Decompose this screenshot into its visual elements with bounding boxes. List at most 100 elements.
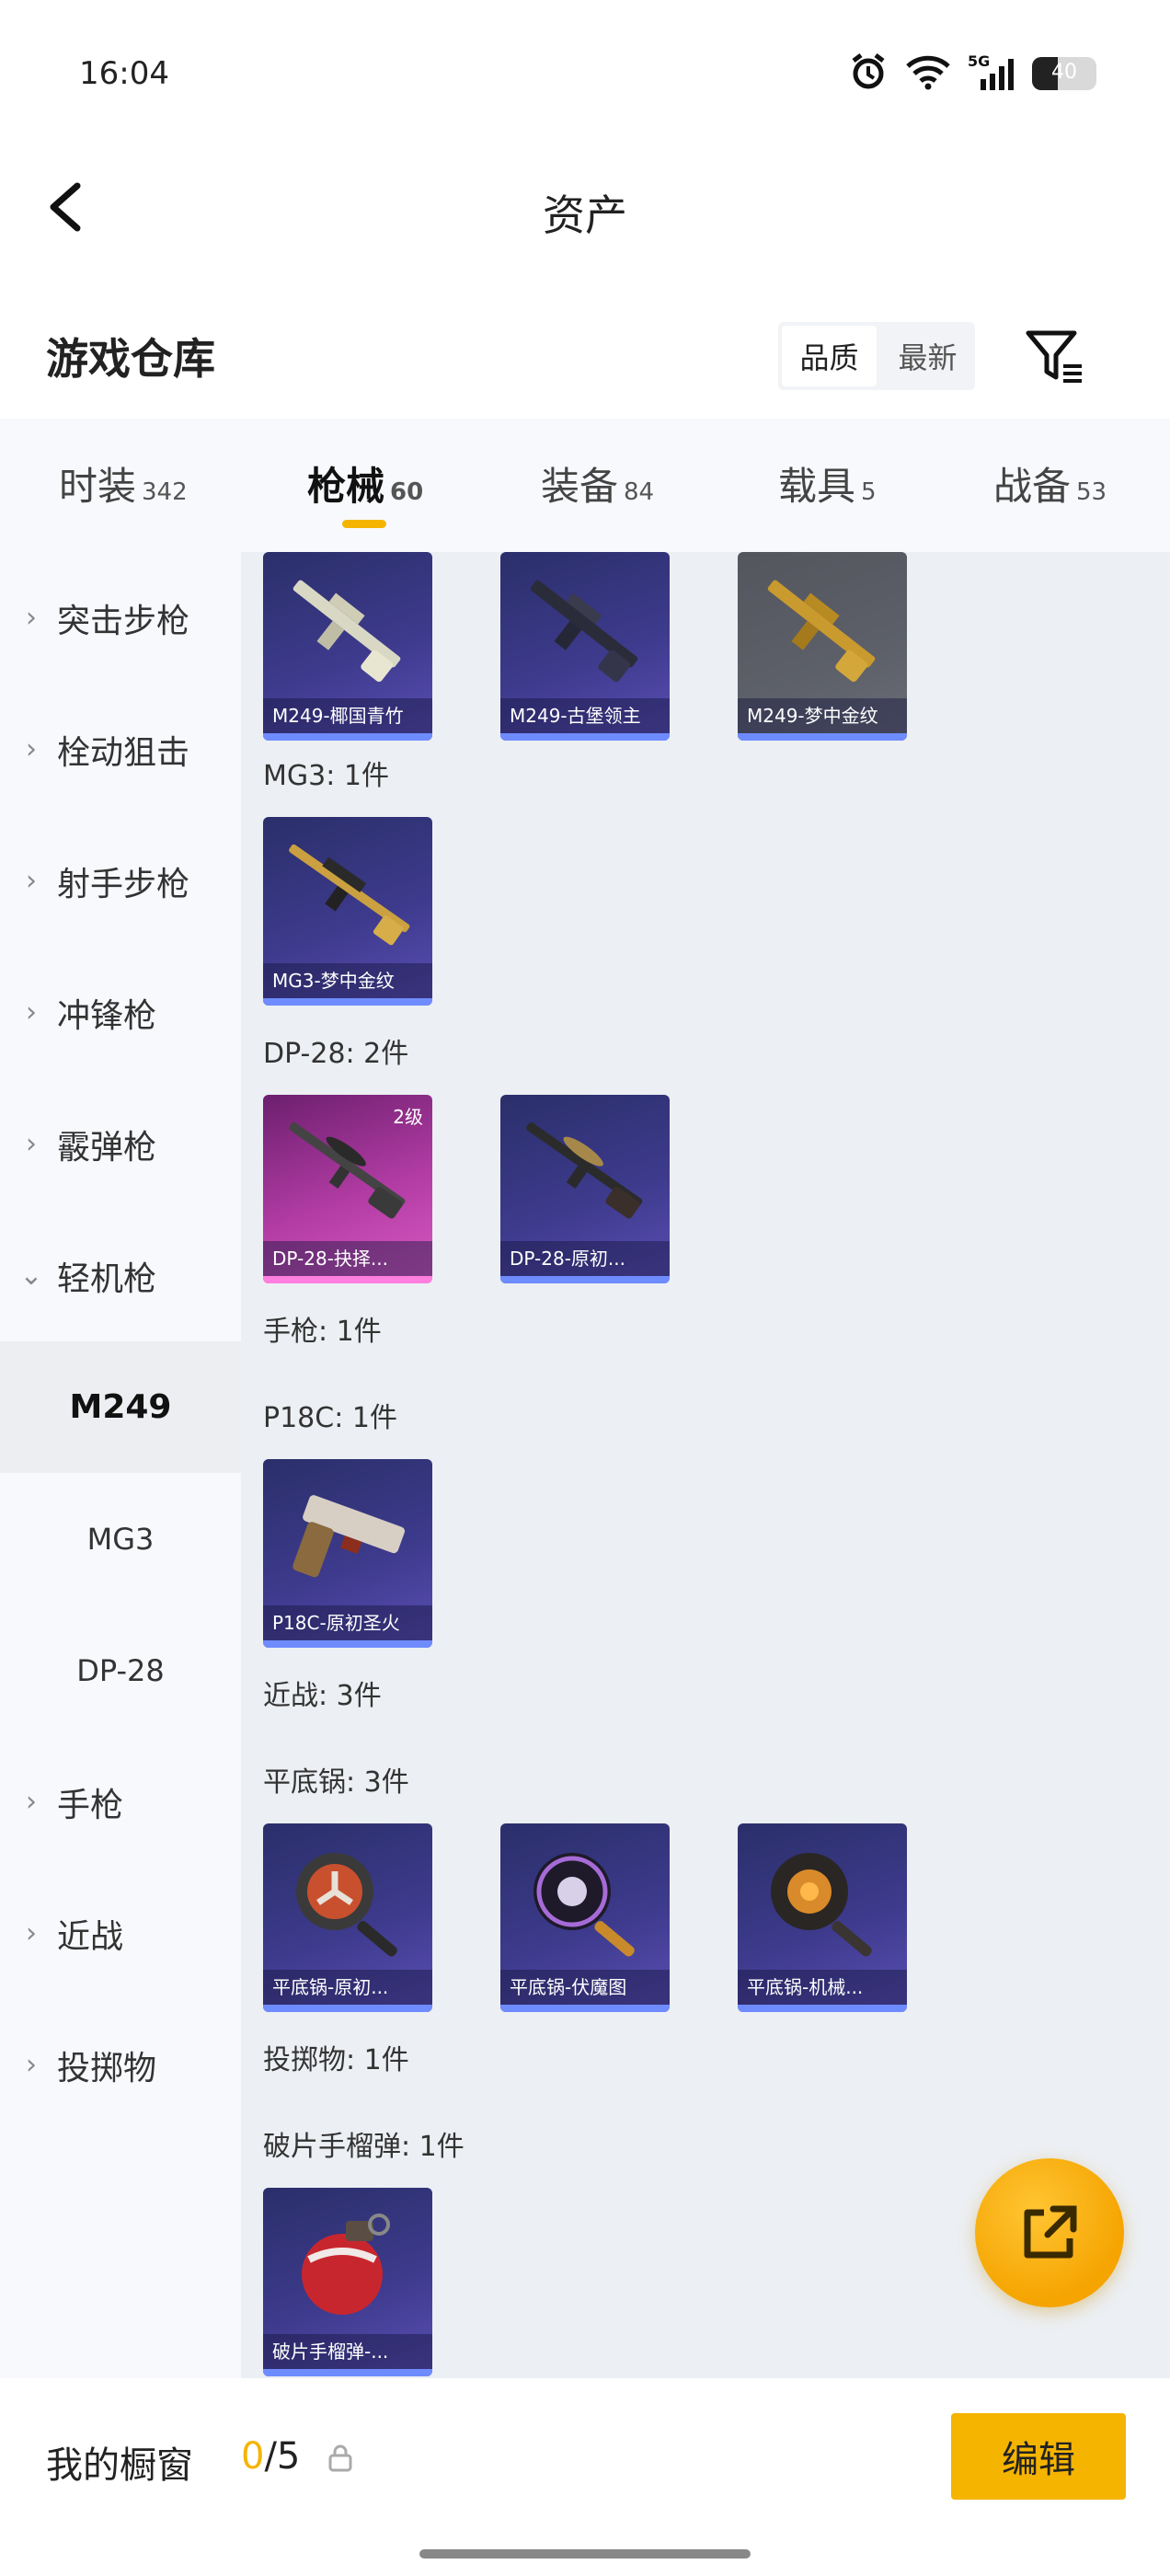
group-label-p18c: P18C: 1件 (263, 1402, 397, 1434)
item-caption: DP-28-原初... (500, 1241, 670, 1276)
sidebar-item-label: 射手步枪 (57, 865, 190, 903)
tab-supplies[interactable]: 战备 53 (993, 455, 1107, 512)
item-card-pan-origin[interactable]: 平底锅-原初... (263, 1823, 432, 2012)
signal-5g-icon: 5G (968, 52, 1015, 96)
sidebar-item-marksman-rifle[interactable]: › 射手步枪 (0, 815, 241, 947)
item-card-frag-grenade[interactable]: 破片手榴弹-... (263, 2188, 432, 2376)
showcase-current: 0 (241, 2435, 265, 2478)
item-caption: P18C-原初圣火 (263, 1605, 432, 1640)
sort-toggle: 品质 最新 (778, 322, 975, 390)
category-tabs: 时装 342 枪械 60 装备 84 载具 5 战备 53 (0, 419, 1170, 552)
tab-equipment[interactable]: 装备 84 (541, 455, 654, 512)
tab-count: 5 (861, 478, 877, 506)
sidebar-item-label: 冲锋枪 (57, 996, 157, 1035)
home-indicator (419, 2549, 751, 2559)
showcase-bar: 我的橱窗 0/5 编辑 (0, 2378, 1170, 2576)
tab-count: 84 (624, 478, 655, 506)
sidebar: › 突击步枪 › 栓动狙击 › 射手步枪 › 冲锋枪 › 霰弹枪 ⌄ 轻机枪 M249 MG… (0, 552, 241, 2378)
sidebar-subitem-mg3[interactable]: MG3 (0, 1473, 241, 1604)
group-label-pistol: 手枪: 1件 (263, 1316, 382, 1348)
item-level-badge: 2级 (393, 1106, 423, 1128)
chevron-right-icon: › (26, 865, 37, 897)
status-time: 16:04 (79, 55, 169, 92)
sidebar-item-pistol[interactable]: › 手枪 (0, 1736, 241, 1868)
battery-level: 40 (1051, 61, 1077, 84)
item-card-m249-gold[interactable]: M249-梦中金纹 (738, 552, 907, 741)
item-grid: M249-椰国青竹 M249-古堡领主 M249-梦中金纹 MG3: 1件 MG… (241, 552, 1170, 2378)
chevron-down-icon: ⌄ (19, 1259, 43, 1292)
showcase-count: 0/5 (241, 2435, 300, 2478)
sidebar-item-bolt-sniper[interactable]: › 栓动狙击 (0, 684, 241, 815)
nav-bar: 资产 (0, 147, 1170, 267)
showcase-total: /5 (264, 2435, 301, 2478)
active-tab-indicator (342, 520, 386, 528)
item-caption: M249-椰国青竹 (263, 698, 432, 733)
tab-fashion[interactable]: 时装 342 (59, 455, 188, 512)
sidebar-subitem-m249[interactable]: M249 (0, 1341, 241, 1473)
tab-count: 342 (142, 478, 188, 506)
pan-icon (533, 1853, 635, 1957)
tab-vehicles[interactable]: 载具 5 (778, 455, 877, 512)
sidebar-item-label: 突击步枪 (57, 602, 190, 640)
group-label-pan: 平底锅: 3件 (263, 1766, 409, 1799)
tab-guns[interactable]: 枪械 60 (307, 455, 423, 512)
group-label-dp28: DP-28: 2件 (263, 1038, 409, 1070)
item-caption: M249-古堡领主 (500, 698, 670, 733)
network-label: 5G (968, 52, 990, 70)
chevron-right-icon: › (26, 2049, 37, 2081)
sidebar-item-melee[interactable]: › 近战 (0, 1868, 241, 1999)
item-card-dp28-choice[interactable]: 2级 DP-28-抉择... (263, 1095, 432, 1283)
item-caption: M249-梦中金纹 (738, 698, 907, 733)
page-title: 资产 (543, 190, 627, 240)
item-card-pan-demon[interactable]: 平底锅-伏魔图 (500, 1823, 670, 2012)
alarm-icon (848, 52, 889, 96)
item-caption: MG3-梦中金纹 (263, 963, 432, 998)
showcase-label: 我的橱窗 (46, 2444, 193, 2487)
lock-icon (327, 2444, 353, 2476)
item-card-mg3-gold[interactable]: MG3-梦中金纹 (263, 817, 432, 1006)
share-button[interactable] (975, 2158, 1124, 2307)
warehouse-header: 游戏仓库 品质 最新 (0, 294, 1170, 414)
sort-newest-option[interactable]: 最新 (880, 322, 975, 390)
wifi-icon (905, 53, 951, 94)
sort-quality-option[interactable]: 品质 (782, 326, 877, 386)
item-card-m249-bamboo[interactable]: M249-椰国青竹 (263, 552, 432, 741)
chevron-right-icon: › (26, 996, 37, 1029)
status-bar: 16:04 5G 40 (0, 0, 1170, 147)
sidebar-item-lmg[interactable]: ⌄ 轻机枪 (0, 1210, 241, 1341)
tab-label: 载具 (778, 464, 856, 509)
status-icons: 5G 40 (848, 52, 1096, 96)
sidebar-item-label: 栓动狙击 (57, 733, 190, 772)
share-icon (1024, 2205, 1077, 2259)
item-card-m249-castle[interactable]: M249-古堡领主 (500, 552, 670, 741)
sidebar-item-label: 手枪 (57, 1786, 124, 1824)
lmg-icon (289, 844, 410, 946)
sidebar-item-assault-rifle[interactable]: › 突击步枪 (0, 552, 241, 684)
pan-icon (771, 1853, 872, 1957)
chevron-right-icon: › (26, 1786, 37, 1818)
tab-label: 战备 (993, 464, 1072, 509)
chevron-right-icon: › (26, 733, 37, 765)
sidebar-item-smg[interactable]: › 冲锋枪 (0, 947, 241, 1078)
lmg-icon (292, 580, 401, 683)
group-label-frag: 破片手榴弹: 1件 (263, 2131, 465, 2163)
filter-button[interactable] (1023, 324, 1087, 388)
item-card-pan-mech[interactable]: 平底锅-机械... (738, 1823, 907, 2012)
group-label-mg3: MG3: 1件 (263, 760, 389, 792)
item-card-p18c-flame[interactable]: P18C-原初圣火 (263, 1459, 432, 1648)
item-card-dp28-origin[interactable]: DP-28-原初... (500, 1095, 670, 1283)
battery-icon: 40 (1032, 57, 1096, 90)
group-label-melee: 近战: 3件 (263, 1680, 382, 1712)
sidebar-item-shotgun[interactable]: › 霰弹枪 (0, 1078, 241, 1210)
group-label-throwable: 投掷物: 1件 (263, 2044, 409, 2076)
sidebar-subitem-dp28[interactable]: DP-28 (0, 1604, 241, 1736)
sidebar-item-throwable[interactable]: › 投掷物 (0, 1999, 241, 2131)
edit-button[interactable]: 编辑 (951, 2413, 1126, 2500)
tab-label: 枪械 (307, 464, 385, 509)
pistol-icon (292, 1495, 405, 1578)
lmg-icon (530, 580, 638, 683)
sidebar-item-label: 投掷物 (57, 2049, 157, 2087)
chevron-right-icon: › (26, 602, 37, 634)
grenade-icon (302, 2214, 390, 2315)
tab-label: 时装 (59, 464, 137, 509)
